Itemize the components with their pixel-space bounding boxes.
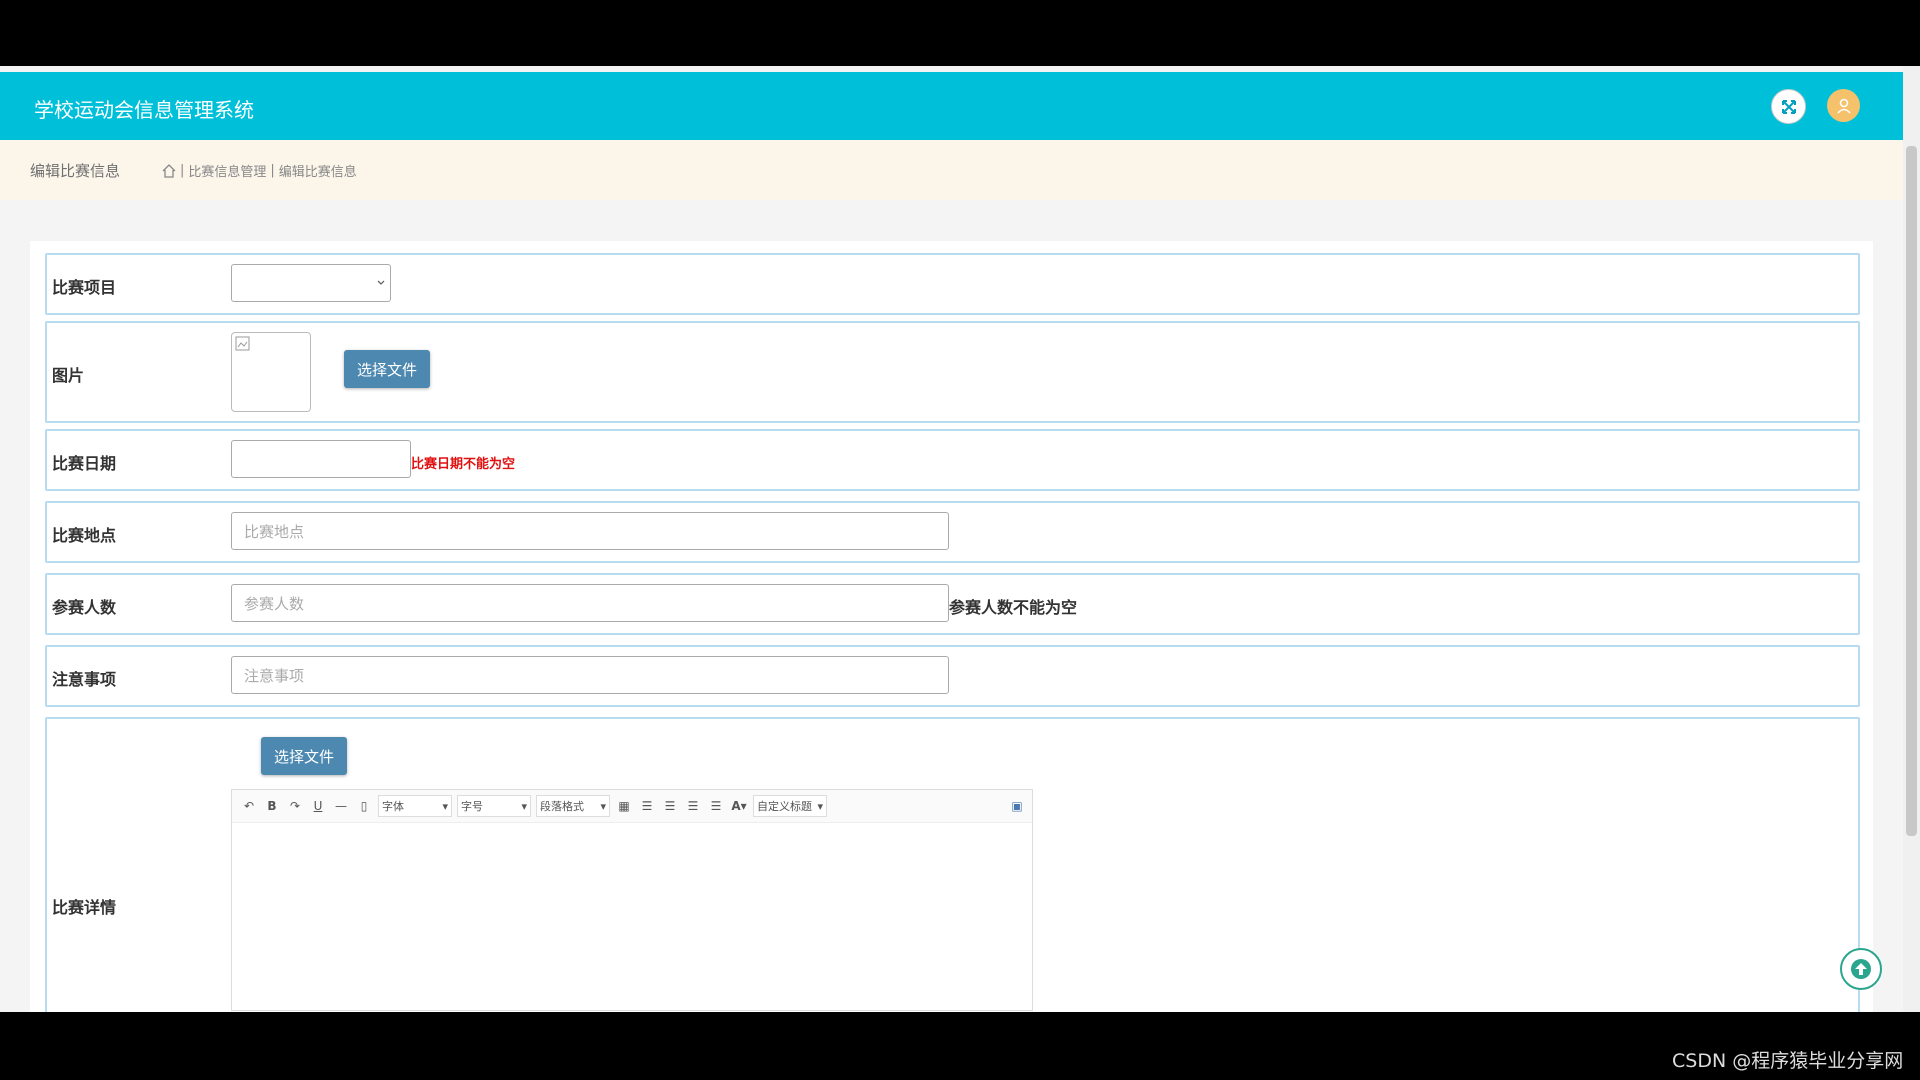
row-project: 比赛项目 — [45, 253, 1860, 315]
date-input[interactable] — [231, 440, 411, 478]
image-choose-file-button[interactable]: 选择文件 — [344, 350, 430, 388]
page-title: 编辑比赛信息 — [30, 162, 121, 180]
user-avatar-icon — [1836, 98, 1851, 114]
caret-down-icon: ▾ — [442, 799, 448, 813]
redo-icon[interactable]: ↷ — [286, 796, 304, 816]
date-error-message: 比赛日期不能为空 — [411, 457, 516, 472]
notes-input[interactable]: 注意事项 — [231, 656, 949, 694]
project-select[interactable] — [231, 264, 391, 302]
back-to-top-icon — [1851, 959, 1871, 979]
details-choose-file-button[interactable]: 选择文件 — [261, 737, 347, 775]
row-details: 比赛详情 选择文件 ↶ B ↷ U — ▯ 字体 ▾ 字号 ▾ 段落格式 ▾ ▦ ☰ … — [45, 717, 1860, 1012]
align-right-icon[interactable]: ☰ — [661, 796, 679, 816]
caret-down-icon: ▾ — [600, 799, 606, 813]
table-icon[interactable]: ▦ — [615, 796, 633, 816]
bold-icon[interactable]: B — [263, 796, 281, 816]
user-avatar-button[interactable] — [1827, 89, 1860, 122]
breadcrumb-separator: | — [270, 163, 275, 178]
source-code-icon[interactable]: ▣ — [1008, 796, 1026, 816]
browser-viewport: 学校运动会信息管理系统 编辑比赛信息 | 比赛信息管理 | 编辑比赛信息 比赛项… — [0, 66, 1920, 1012]
breadcrumb-link[interactable]: 比赛信息管理 — [188, 161, 266, 180]
align-left-icon[interactable]: ☰ — [638, 796, 656, 816]
horizontal-rule-icon[interactable]: — — [332, 796, 350, 816]
row-date: 比赛日期 比赛日期不能为空 — [45, 429, 1860, 491]
row-notes: 注意事项 注意事项 — [45, 645, 1860, 707]
image-label: 图片 — [52, 366, 85, 385]
editor-content-area[interactable] — [232, 823, 1032, 1009]
location-input[interactable]: 比赛地点 — [231, 512, 949, 550]
editor-toolbar: ↶ B ↷ U — ▯ 字体 ▾ 字号 ▾ 段落格式 ▾ ▦ ☰ ☰ ☰ ☰ A▾ 自… — [232, 790, 1032, 823]
participants-label: 参赛人数 — [52, 598, 117, 617]
font-color-icon[interactable]: A▾ — [730, 796, 748, 816]
row-location: 比赛地点 比赛地点 — [45, 501, 1860, 563]
breadcrumb-current: 编辑比赛信息 — [278, 165, 357, 180]
project-label: 比赛项目 — [52, 278, 117, 297]
home-icon[interactable] — [162, 163, 176, 178]
watermark: CSDN @程序猿毕业分享网 — [1672, 1050, 1904, 1072]
fullscreen-icon — [1781, 99, 1796, 114]
back-to-top-button[interactable] — [1840, 948, 1882, 990]
row-image: 图片 选择文件 — [45, 321, 1860, 423]
caret-down-icon: ▾ — [817, 799, 823, 813]
chevron-down-icon — [377, 280, 385, 285]
font-family-select[interactable]: 字体 ▾ — [378, 795, 452, 817]
page-scrollbar[interactable] — [1903, 66, 1920, 1012]
paragraph-format-label: 段落格式 — [540, 800, 584, 813]
date-label: 比赛日期 — [52, 454, 117, 473]
scrollbar-thumb[interactable] — [1906, 146, 1917, 836]
location-label: 比赛地点 — [52, 526, 117, 545]
font-size-label: 字号 — [461, 800, 483, 813]
custom-title-label: 自定义标题 — [757, 800, 812, 813]
align-justify-icon[interactable]: ☰ — [707, 796, 725, 816]
app-title: 学校运动会信息管理系统 — [34, 98, 254, 122]
edit-form: 比赛项目 图片 选择文件 比赛日期 比赛日期不能为空 比赛地点 比赛地点 参赛人… — [30, 241, 1873, 1012]
fullscreen-button[interactable] — [1771, 89, 1806, 124]
row-participants: 参赛人数 参赛人数 参赛人数不能为空 — [45, 573, 1860, 635]
image-preview — [231, 332, 311, 412]
breadcrumb: | 比赛信息管理 | 编辑比赛信息 — [162, 161, 357, 180]
app-header: 学校运动会信息管理系统 — [0, 72, 1903, 140]
font-family-label: 字体 — [382, 800, 404, 813]
details-label: 比赛详情 — [52, 898, 117, 917]
broken-image-icon — [235, 336, 250, 351]
undo-icon[interactable]: ↶ — [240, 796, 258, 816]
paragraph-format-select[interactable]: 段落格式 ▾ — [536, 795, 610, 817]
document-icon[interactable]: ▯ — [355, 796, 373, 816]
font-size-select[interactable]: 字号 ▾ — [457, 795, 531, 817]
underline-icon[interactable]: U — [309, 796, 327, 816]
rich-text-editor: ↶ B ↷ U — ▯ 字体 ▾ 字号 ▾ 段落格式 ▾ ▦ ☰ ☰ ☰ ☰ A▾ 自… — [231, 789, 1033, 1011]
align-center-icon[interactable]: ☰ — [684, 796, 702, 816]
breadcrumb-separator: | — [180, 163, 185, 178]
custom-title-select[interactable]: 自定义标题 ▾ — [753, 795, 827, 817]
notes-label: 注意事项 — [52, 670, 117, 689]
breadcrumb-bar: 编辑比赛信息 | 比赛信息管理 | 编辑比赛信息 — [0, 140, 1903, 200]
caret-down-icon: ▾ — [521, 799, 527, 813]
participants-error-message: 参赛人数不能为空 — [949, 598, 1078, 617]
participants-input[interactable]: 参赛人数 — [231, 584, 949, 622]
